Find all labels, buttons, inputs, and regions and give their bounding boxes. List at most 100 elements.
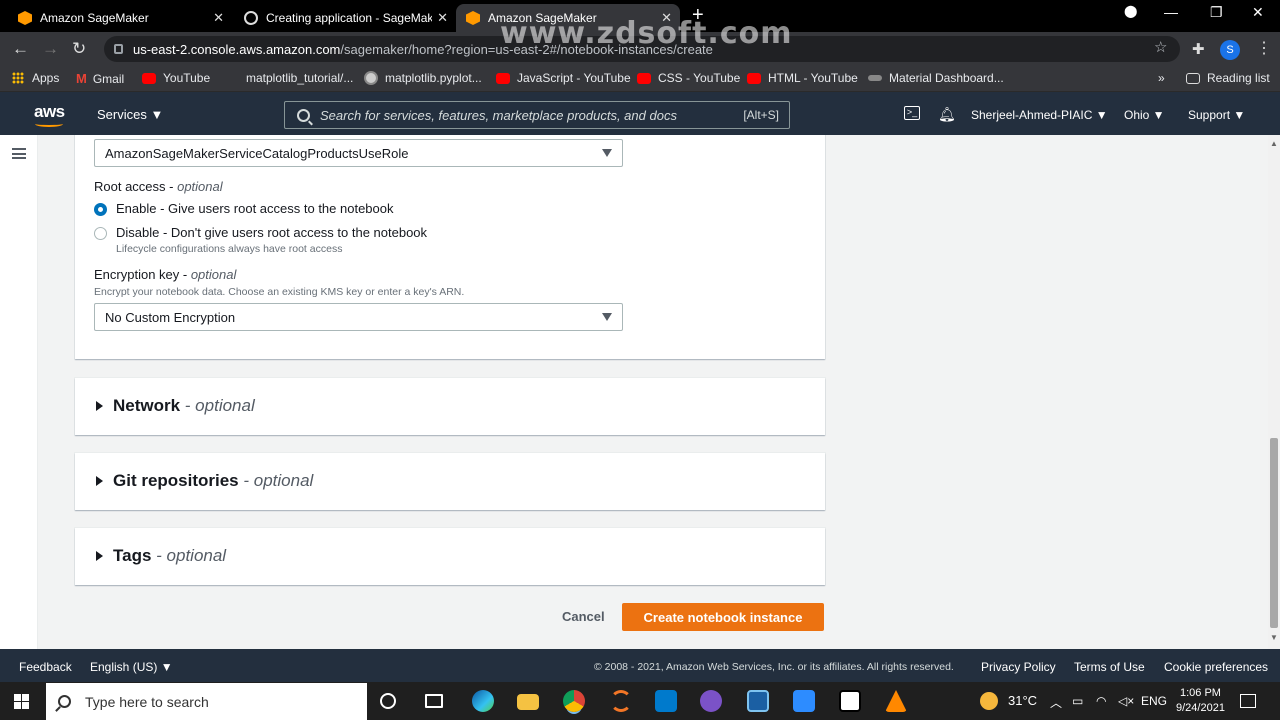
back-arrow-icon[interactable]: ← — [12, 39, 29, 59]
clock-date: 9/24/2021 — [1176, 702, 1225, 714]
section-title: Network - optional — [113, 396, 255, 416]
vlc-icon[interactable] — [885, 690, 907, 712]
notifications-bell-icon[interactable]: 🔔︎ — [938, 106, 956, 123]
app-icon[interactable] — [747, 690, 769, 712]
material-icon — [868, 75, 882, 81]
vertical-scrollbar[interactable]: ▲ ▼ — [1268, 135, 1280, 649]
services-menu[interactable]: Services ▼ — [97, 107, 163, 122]
vscode-icon[interactable] — [655, 690, 677, 712]
cookie-preferences-link[interactable]: Cookie preferences — [1164, 660, 1268, 674]
tab-search-icon[interactable]: ⬤ — [1124, 4, 1137, 18]
reading-list[interactable]: Reading list — [1186, 71, 1270, 85]
input-language[interactable]: ENG — [1141, 694, 1167, 708]
bookmark-label: JavaScript - YouTube — [517, 71, 631, 85]
close-window-icon[interactable]: ✕ — [1252, 4, 1264, 21]
show-hidden-icons[interactable]: ︿ — [1050, 694, 1062, 711]
scrollbar-thumb[interactable] — [1270, 438, 1278, 628]
more-bookmarks-icon[interactable]: » — [1158, 71, 1165, 85]
reload-icon[interactable]: ↻ — [72, 39, 86, 59]
section-title-text: Tags — [113, 546, 152, 565]
chrome-icon[interactable] — [563, 690, 585, 712]
privacy-policy-link[interactable]: Privacy Policy — [981, 660, 1056, 674]
language-selector[interactable]: English (US) ▼ — [90, 660, 173, 674]
wifi-icon[interactable]: ◠ — [1096, 694, 1106, 708]
notion-icon[interactable] — [839, 690, 861, 712]
create-notebook-instance-button[interactable]: Create notebook instance — [622, 603, 824, 631]
terms-of-use-link[interactable]: Terms of Use — [1074, 660, 1145, 674]
jupyter-icon[interactable] — [610, 690, 632, 712]
bookmark-matplotlib-pyplot[interactable]: matplotlib.pyplot... — [364, 71, 482, 85]
youtube-icon — [142, 72, 156, 84]
search-icon — [297, 108, 310, 122]
label-text: Root access - — [94, 179, 178, 194]
bookmark-youtube[interactable]: YouTube — [142, 71, 210, 85]
edge-icon[interactable] — [472, 690, 494, 712]
reading-list-icon — [1186, 72, 1200, 84]
taskbar-search-placeholder: Type here to search — [85, 693, 209, 710]
aws-search-input[interactable]: Search for services, features, marketpla… — [284, 101, 790, 129]
close-tab-icon[interactable]: ✕ — [437, 10, 448, 26]
root-access-enable-radio[interactable] — [94, 203, 107, 216]
bookmark-gmail[interactable]: M Gmail — [76, 71, 124, 86]
bookmark-html[interactable]: HTML - YouTube — [747, 71, 858, 85]
cortana-icon[interactable] — [380, 693, 396, 709]
youtube-icon — [637, 72, 651, 84]
iam-role-select[interactable]: AmazonSageMakerServiceCatalogProductsUse… — [94, 139, 623, 167]
weather-temperature[interactable]: 31°C — [1008, 693, 1037, 708]
network-section[interactable]: Network - optional — [75, 378, 825, 435]
cancel-button[interactable]: Cancel — [556, 607, 611, 626]
hamburger-menu-icon[interactable] — [12, 148, 26, 159]
taskbar-search-input[interactable]: Type here to search — [46, 683, 367, 720]
support-menu[interactable]: Support ▼ — [1188, 108, 1245, 122]
globe-icon — [244, 11, 258, 25]
matplotlib-icon — [364, 71, 378, 85]
tags-section[interactable]: Tags - optional — [75, 528, 825, 585]
search-shortcut: [Alt+S] — [743, 108, 779, 122]
minimize-icon[interactable]: — — [1164, 4, 1178, 20]
account-menu[interactable]: Sherjeel-Ahmed-PIAIC ▼ — [971, 108, 1108, 122]
git-repositories-section[interactable]: Git repositories - optional — [75, 453, 825, 510]
scroll-up-icon[interactable]: ▲ — [1270, 139, 1278, 148]
bookmarks-bar: Apps M Gmail YouTube matplotlib_tutorial/… — [0, 66, 1280, 92]
watermark: www.zdsoft.com — [500, 16, 793, 51]
weather-sun-icon[interactable] — [980, 692, 998, 710]
disable-root-access-label[interactable]: Disable - Don't give users root access t… — [116, 225, 427, 240]
system-clock[interactable]: 1:06 PM 9/24/2021 — [1176, 686, 1225, 716]
feedback-link[interactable]: Feedback — [19, 660, 72, 674]
bookmark-label: CSS - YouTube — [658, 71, 741, 85]
restore-icon[interactable]: ❐ — [1210, 4, 1223, 21]
region-menu[interactable]: Ohio ▼ — [1124, 108, 1165, 122]
extensions-icon[interactable]: ✚ — [1192, 40, 1205, 58]
bookmark-apps[interactable]: Apps — [12, 71, 59, 85]
task-view-icon[interactable] — [425, 694, 443, 708]
bookmark-css[interactable]: CSS - YouTube — [637, 71, 740, 85]
scroll-down-icon[interactable]: ▼ — [1270, 633, 1278, 642]
cloudshell-icon[interactable]: >_ — [904, 106, 920, 120]
encryption-key-select[interactable]: No Custom Encryption — [94, 303, 623, 331]
browser-tab[interactable]: Amazon SageMaker ✕ — [8, 4, 232, 32]
close-tab-icon[interactable]: ✕ — [213, 10, 224, 26]
profile-avatar[interactable]: S — [1220, 40, 1240, 60]
github-desktop-icon[interactable] — [700, 690, 722, 712]
expand-triangle-icon — [96, 551, 103, 561]
windows-start-icon[interactable] — [14, 694, 29, 709]
root-access-disable-radio[interactable] — [94, 227, 107, 240]
side-navigation-rail — [0, 135, 38, 649]
bookmark-matplotlib-tutorial[interactable]: matplotlib_tutorial/... — [246, 71, 353, 85]
tab-title: Creating application - SageMake — [266, 11, 432, 25]
aws-logo[interactable]: aws — [34, 102, 65, 127]
forward-arrow-icon[interactable]: → — [42, 39, 59, 59]
browser-menu-icon[interactable]: ⋮ — [1256, 38, 1272, 58]
tab-title: Amazon SageMaker — [40, 11, 149, 25]
bookmark-star-icon[interactable]: ☆ — [1154, 38, 1167, 56]
notification-center-icon[interactable] — [1240, 694, 1256, 708]
browser-tab[interactable]: Creating application - SageMake ✕ — [234, 4, 456, 32]
bookmark-javascript[interactable]: JavaScript - YouTube — [496, 71, 631, 85]
file-explorer-icon[interactable] — [517, 694, 539, 710]
battery-icon[interactable]: ▭ — [1072, 694, 1083, 708]
zoom-icon[interactable] — [793, 690, 815, 712]
bookmark-material-dashboard[interactable]: Material Dashboard... — [868, 71, 1004, 85]
youtube-icon — [496, 72, 510, 84]
volume-icon[interactable]: ◁× — [1118, 694, 1134, 708]
enable-root-access-label[interactable]: Enable - Give users root access to the n… — [116, 201, 394, 216]
